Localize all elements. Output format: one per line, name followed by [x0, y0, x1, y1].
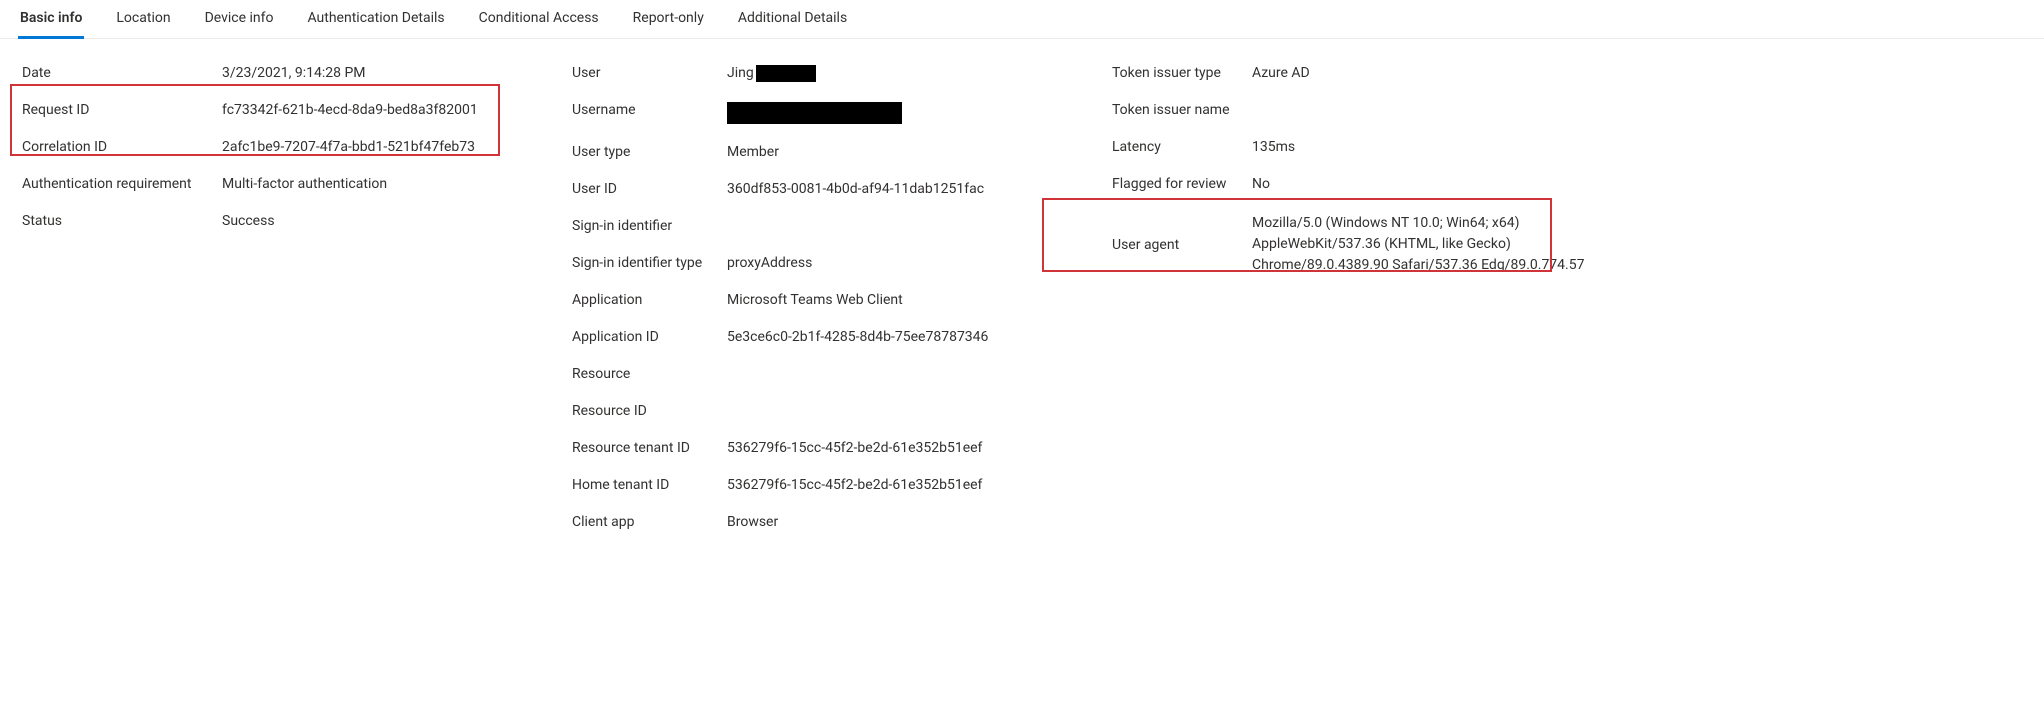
label-application-id: Application ID	[572, 329, 727, 345]
label-application: Application	[572, 292, 727, 308]
tab-additional-details[interactable]: Additional Details	[736, 8, 849, 38]
value-signin-identifier-type: proxyAddress	[727, 255, 812, 271]
label-latency: Latency	[1112, 139, 1252, 155]
tab-basic-info[interactable]: Basic info	[18, 8, 84, 39]
value-correlation-id: 2afc1be9-7207-4f7a-bbd1-521bf47feb73	[222, 139, 475, 155]
tab-device-info[interactable]: Device info	[203, 8, 276, 38]
value-user-type: Member	[727, 144, 779, 160]
row-application-id: Application ID 5e3ce6c0-2b1f-4285-8d4b-7…	[568, 321, 1068, 358]
row-user-type: User type Member	[568, 136, 1068, 173]
row-user-agent: User agent Mozilla/5.0 (Windows NT 10.0;…	[1108, 205, 1628, 284]
label-correlation-id: Correlation ID	[22, 139, 222, 155]
label-username: Username	[572, 102, 727, 118]
column-user: User Jing Username User type Member User…	[568, 57, 1068, 543]
value-date: 3/23/2021, 9:14:28 PM	[222, 65, 366, 81]
label-signin-identifier: Sign-in identifier	[572, 218, 727, 234]
label-token-issuer-name: Token issuer name	[1112, 102, 1252, 118]
row-signin-identifier-type: Sign-in identifier type proxyAddress	[568, 247, 1068, 284]
redacted-user-surname	[756, 65, 816, 82]
row-correlation-id: Correlation ID 2afc1be9-7207-4f7a-bbd1-5…	[18, 131, 528, 168]
row-signin-identifier: Sign-in identifier	[568, 210, 1068, 247]
value-username	[727, 102, 902, 128]
row-latency: Latency 135ms	[1108, 131, 1628, 168]
label-resource-id: Resource ID	[572, 403, 727, 419]
row-flagged: Flagged for review No	[1108, 168, 1628, 205]
row-status: Status Success	[18, 205, 528, 242]
label-user: User	[572, 65, 727, 81]
value-request-id: fc73342f-621b-4ecd-8da9-bed8a3f82001	[222, 102, 478, 118]
row-user-id: User ID 360df853-0081-4b0d-af94-11dab125…	[568, 173, 1068, 210]
label-user-type: User type	[572, 144, 727, 160]
row-resource-id: Resource ID	[568, 395, 1068, 432]
label-auth-requirement: Authentication requirement	[22, 176, 222, 192]
value-latency: 135ms	[1252, 139, 1295, 155]
row-auth-requirement: Authentication requirement Multi-factor …	[18, 168, 528, 205]
label-token-issuer-type: Token issuer type	[1112, 65, 1252, 81]
label-signin-identifier-type: Sign-in identifier type	[572, 255, 727, 271]
tab-location[interactable]: Location	[114, 8, 172, 38]
tab-bar: Basic info Location Device info Authenti…	[0, 0, 2044, 39]
label-user-agent: User agent	[1112, 237, 1252, 253]
value-application: Microsoft Teams Web Client	[727, 292, 903, 308]
row-username: Username	[568, 94, 1068, 136]
value-user: Jing	[727, 65, 816, 82]
label-status: Status	[22, 213, 222, 229]
column-basic: Date 3/23/2021, 9:14:28 PM Request ID fc…	[18, 57, 528, 242]
row-resource: Resource	[568, 358, 1068, 395]
tab-conditional-access[interactable]: Conditional Access	[477, 8, 601, 38]
value-application-id: 5e3ce6c0-2b1f-4285-8d4b-75ee78787346	[727, 329, 988, 345]
details-content: Date 3/23/2021, 9:14:28 PM Request ID fc…	[0, 39, 2044, 563]
value-user-id: 360df853-0081-4b0d-af94-11dab1251fac	[727, 181, 984, 197]
row-application: Application Microsoft Teams Web Client	[568, 284, 1068, 321]
row-token-issuer-type: Token issuer type Azure AD	[1108, 57, 1628, 94]
row-client-app: Client app Browser	[568, 506, 1068, 543]
label-resource-tenant-id: Resource tenant ID	[572, 440, 727, 456]
column-token: Token issuer type Azure AD Token issuer …	[1108, 57, 1628, 284]
label-user-id: User ID	[572, 181, 727, 197]
value-token-issuer-type: Azure AD	[1252, 65, 1310, 81]
value-client-app: Browser	[727, 514, 778, 530]
value-auth-requirement: Multi-factor authentication	[222, 176, 387, 192]
redacted-username	[727, 102, 902, 124]
row-token-issuer-name: Token issuer name	[1108, 94, 1628, 131]
value-home-tenant-id: 536279f6-15cc-45f2-be2d-61e352b51eef	[727, 477, 982, 493]
label-home-tenant-id: Home tenant ID	[572, 477, 727, 493]
value-status: Success	[222, 213, 275, 229]
value-flagged: No	[1252, 176, 1270, 192]
label-resource: Resource	[572, 366, 727, 382]
row-date: Date 3/23/2021, 9:14:28 PM	[18, 57, 528, 94]
link-user-name[interactable]: Jing	[727, 65, 754, 81]
label-request-id: Request ID	[22, 102, 222, 118]
row-home-tenant-id: Home tenant ID 536279f6-15cc-45f2-be2d-6…	[568, 469, 1068, 506]
row-user: User Jing	[568, 57, 1068, 94]
row-request-id: Request ID fc73342f-621b-4ecd-8da9-bed8a…	[18, 94, 528, 131]
value-resource-tenant-id: 536279f6-15cc-45f2-be2d-61e352b51eef	[727, 440, 982, 456]
label-client-app: Client app	[572, 514, 727, 530]
label-flagged: Flagged for review	[1112, 176, 1252, 192]
label-date: Date	[22, 65, 222, 81]
tab-report-only[interactable]: Report-only	[631, 8, 706, 38]
tab-authentication-details[interactable]: Authentication Details	[305, 8, 446, 38]
row-resource-tenant-id: Resource tenant ID 536279f6-15cc-45f2-be…	[568, 432, 1068, 469]
value-user-agent: Mozilla/5.0 (Windows NT 10.0; Win64; x64…	[1252, 213, 1624, 276]
